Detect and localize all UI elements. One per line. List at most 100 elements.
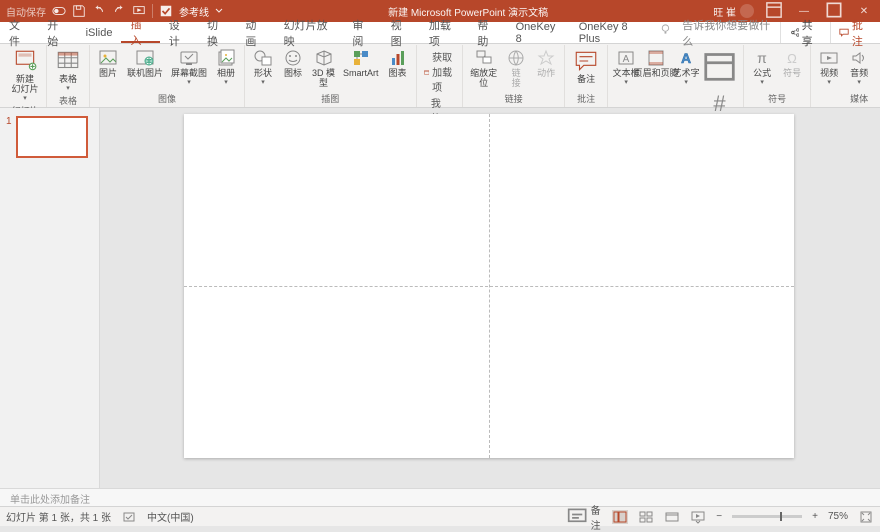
notes-toggle[interactable]: 备注 (567, 502, 602, 532)
group-media: 视频 ▾ 音频 ▾ 屏幕 录制 媒体 (811, 45, 880, 107)
group-text: A 文本框 ▾ 页眉和页脚 A 艺术字 ▾ # 文本 (608, 45, 744, 107)
svg-text:Ω: Ω (787, 51, 797, 66)
smartart-button[interactable]: SmartArt (340, 47, 382, 80)
redo-icon[interactable] (112, 4, 126, 18)
reading-view-icon[interactable] (664, 510, 680, 524)
zoom-in-button[interactable]: + (812, 511, 818, 522)
autosave-toggle-icon[interactable] (52, 4, 66, 18)
date-icon[interactable] (703, 49, 736, 85)
zoom-out-button[interactable]: − (716, 511, 722, 522)
slide[interactable] (184, 114, 794, 458)
picture-button[interactable]: 图片 (94, 47, 122, 80)
tab-file[interactable]: 文件 (0, 22, 38, 43)
thumbnail-slide-1[interactable]: 1 (6, 116, 93, 158)
comment-button[interactable]: 备注 (569, 47, 603, 86)
user-account[interactable]: 旺 崔 (713, 4, 754, 19)
slide-thumbnails-panel[interactable]: 1 (0, 108, 100, 488)
chart-button[interactable]: 图表 (384, 47, 412, 80)
zoom-percent[interactable]: 75% (828, 511, 848, 522)
album-button[interactable]: 相册 ▾ (212, 47, 240, 87)
video-button[interactable]: 视频 ▾ (815, 47, 843, 87)
zoom-button[interactable]: 缩放定 位 (467, 47, 500, 90)
tab-review[interactable]: 审阅 (343, 22, 381, 43)
share-button[interactable]: 共享 (780, 22, 830, 43)
cube-icon (314, 48, 334, 68)
group-illustrations: 形状 ▾ 图标 3D 模 型 SmartArt 图表 插图 (245, 45, 417, 107)
equation-button[interactable]: π 公式 ▾ (748, 47, 776, 87)
tab-design[interactable]: 设计 (160, 22, 198, 43)
svg-text:A: A (681, 50, 691, 66)
get-addins-button[interactable]: 获取加载项 (424, 49, 456, 94)
album-icon (216, 48, 236, 68)
ribbon-options-icon[interactable] (764, 0, 784, 23)
group-addins: 获取加载项 我的加载项 ▾ 加载项 (417, 45, 464, 107)
icons-icon (283, 48, 303, 68)
table-button[interactable]: 表格 ▾ (51, 47, 85, 93)
tab-onekey8plus[interactable]: OneKey 8 Plus (570, 22, 656, 43)
comments-label: 批注 (852, 17, 872, 49)
link-button[interactable]: 链 接 (502, 47, 530, 90)
zoom-thumb[interactable] (780, 512, 782, 521)
sorter-view-icon[interactable] (638, 510, 654, 524)
language-indicator[interactable]: 中文(中国) (147, 509, 194, 524)
lightbulb-icon (659, 22, 672, 36)
notes-pane[interactable]: 单击此处添加备注 (0, 488, 880, 506)
tab-help[interactable]: 帮助 (468, 22, 506, 43)
symbol-icon: Ω (782, 48, 802, 68)
tab-insert[interactable]: 插入 (121, 22, 159, 43)
thumbnail-preview[interactable] (16, 116, 88, 158)
online-picture-icon (135, 48, 155, 68)
symbol-button[interactable]: Ω 符号 (778, 47, 806, 80)
undo-icon[interactable] (92, 4, 106, 18)
tab-islide[interactable]: iSlide (77, 22, 122, 43)
tab-transitions[interactable]: 切换 (198, 22, 236, 43)
tab-view[interactable]: 视图 (382, 22, 420, 43)
icons-button[interactable]: 图标 (279, 47, 307, 80)
dropdown-icon[interactable] (215, 4, 223, 18)
wordart-button[interactable]: A 艺术字 ▾ (672, 47, 700, 87)
audio-label: 音频 (850, 69, 868, 79)
tab-animations[interactable]: 动画 (236, 22, 274, 43)
shapes-button[interactable]: 形状 ▾ (249, 47, 277, 87)
tab-addins[interactable]: 加载项 (420, 22, 468, 43)
textbox-button[interactable]: A 文本框 ▾ (612, 47, 640, 87)
group-images: 图片 联机图片 屏幕截图 ▾ 相册 ▾ 图像 (90, 45, 245, 107)
screenshot-button[interactable]: 屏幕截图 ▾ (168, 47, 210, 87)
slide-canvas-area[interactable] (100, 108, 880, 488)
tab-home[interactable]: 开始 (38, 22, 76, 43)
group-links: 缩放定 位 链 接 动作 链接 (463, 45, 565, 107)
wordart-label: 艺术字 (673, 69, 700, 79)
tab-onekey8[interactable]: OneKey 8 (507, 22, 570, 43)
tell-me-search[interactable]: 告诉我你想要做什么 (676, 22, 779, 43)
minimize-icon[interactable]: — (794, 6, 814, 17)
fit-window-icon[interactable] (858, 510, 874, 524)
comment-icon (839, 27, 849, 38)
slideshow-view-icon[interactable] (690, 510, 706, 524)
normal-view-icon[interactable] (612, 510, 628, 524)
wordart-icon: A (676, 48, 696, 68)
header-footer-icon (646, 48, 666, 68)
tab-slideshow[interactable]: 幻灯片放映 (275, 22, 344, 43)
online-picture-button[interactable]: 联机图片 (124, 47, 166, 80)
zoom-slider[interactable] (732, 515, 802, 518)
spellcheck-icon[interactable] (121, 510, 137, 524)
notes-placeholder: 单击此处添加备注 (10, 495, 90, 506)
maximize-icon[interactable] (824, 0, 844, 23)
get-addins-label: 获取加载项 (432, 49, 455, 94)
3d-models-button[interactable]: 3D 模 型 (309, 47, 338, 90)
checkbox-icon[interactable] (159, 4, 173, 18)
audio-button[interactable]: 音频 ▾ (845, 47, 873, 87)
slide-counter[interactable]: 幻灯片 第 1 张，共 1 张 (6, 509, 111, 524)
start-slideshow-icon[interactable] (132, 4, 146, 18)
new-slide-button[interactable]: 新建 幻灯片 ▾ (8, 47, 42, 103)
save-icon[interactable] (72, 4, 86, 18)
horizontal-guide[interactable] (184, 286, 794, 287)
link-icon (506, 48, 526, 68)
action-button[interactable]: 动作 (532, 47, 560, 80)
comments-button[interactable]: 批注 (830, 22, 880, 43)
header-footer-button[interactable]: 页眉和页脚 (642, 47, 670, 80)
thumbnail-number: 1 (6, 116, 12, 158)
close-icon[interactable]: ✕ (854, 6, 874, 17)
screen-recording-button[interactable]: 屏幕 录制 (875, 47, 880, 90)
chevron-down-icon: ▾ (261, 79, 265, 86)
